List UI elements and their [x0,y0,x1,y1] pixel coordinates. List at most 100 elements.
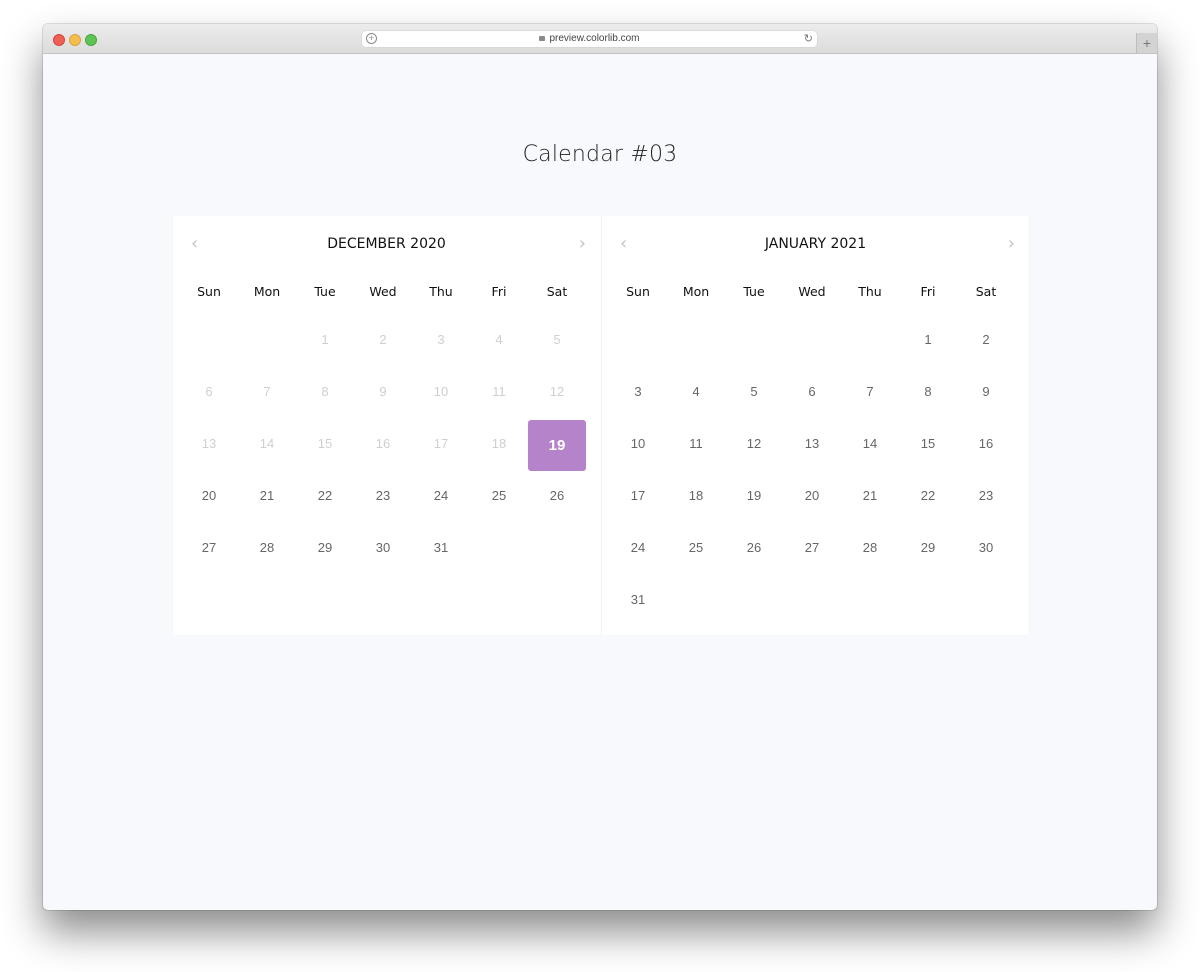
day-cell[interactable]: 28 [238,526,296,578]
day-cell[interactable]: 19 [725,474,783,526]
day-cell[interactable]: 20 [783,474,841,526]
empty-cell [528,526,586,578]
close-window-button[interactable] [53,34,65,46]
weekday-label: Fri [491,284,507,299]
lock-icon [539,36,546,41]
week-row: 24 25 26 27 28 29 30 [609,526,1017,578]
past-day[interactable]: 12 [528,370,586,422]
day-cell[interactable]: 1 [899,318,957,370]
day-cell[interactable]: 6 [783,370,841,422]
past-day[interactable]: 14 [238,422,296,474]
past-day[interactable]: 2 [354,318,412,370]
day-cell[interactable]: 22 [899,474,957,526]
past-day[interactable]: 13 [180,422,238,474]
minimize-window-button[interactable] [69,34,81,46]
day-cell[interactable]: 31 [609,578,667,630]
empty-cell [783,578,841,630]
past-day[interactable]: 9 [354,370,412,422]
past-day[interactable]: 3 [412,318,470,370]
empty-cell [957,578,1015,630]
day-cell[interactable]: 29 [296,526,354,578]
day-cell[interactable]: 25 [470,474,528,526]
week-row: 27 28 29 30 31 [180,526,588,578]
day-cell[interactable]: 11 [667,422,725,474]
day-cell[interactable]: 20 [180,474,238,526]
past-day[interactable]: 8 [296,370,354,422]
past-day[interactable]: 17 [412,422,470,474]
past-day[interactable]: 15 [296,422,354,474]
day-grid: Sun Mon Tue Wed Thu Fri Sat 1 2 3 4 5 6 7 8 9 10 11 12 13 14… [180,282,588,578]
day-cell[interactable]: 7 [841,370,899,422]
day-cell[interactable]: 15 [899,422,957,474]
day-cell[interactable]: 31 [412,526,470,578]
past-day[interactable]: 1 [296,318,354,370]
weekday-label: Thu [858,284,882,299]
day-cell[interactable]: 25 [667,526,725,578]
day-cell[interactable]: 27 [180,526,238,578]
day-cell[interactable]: 16 [957,422,1015,474]
past-day[interactable]: 11 [470,370,528,422]
weekday-label: Thu [429,284,453,299]
day-cell[interactable]: 10 [609,422,667,474]
past-day[interactable]: 18 [470,422,528,474]
past-day[interactable]: 5 [528,318,586,370]
url-display[interactable]: preview.colorlib.com [362,31,817,47]
day-cell[interactable]: 17 [609,474,667,526]
day-cell[interactable]: 14 [841,422,899,474]
day-cell[interactable]: 8 [899,370,957,422]
month-title: DECEMBER 2020 [327,236,446,252]
day-cell[interactable]: 5 [725,370,783,422]
empty-cell [841,318,899,370]
weekday-label: Sat [975,284,997,299]
day-cell[interactable]: 29 [899,526,957,578]
past-day[interactable]: 6 [180,370,238,422]
past-day[interactable]: 7 [238,370,296,422]
past-day[interactable]: 10 [412,370,470,422]
day-cell[interactable]: 26 [528,474,586,526]
day-cell[interactable]: 23 [957,474,1015,526]
weekday-label: Sun [197,284,221,299]
day-cell[interactable]: 3 [609,370,667,422]
day-cell[interactable]: 2 [957,318,1015,370]
selected-day[interactable]: 19 [528,420,586,474]
past-day[interactable]: 16 [354,422,412,474]
weekday-label: Wed [798,284,826,299]
weekday-header-row: Sun Mon Tue Wed Thu Fri Sat [180,282,588,302]
week-row: 6 7 8 9 10 11 12 [180,370,588,422]
day-cell[interactable]: 24 [609,526,667,578]
week-row: 12345 [180,318,588,370]
next-month-icon[interactable]: › [579,234,586,254]
empty-cell [180,318,238,370]
new-tab-button[interactable]: + [1136,33,1157,53]
browser-titlebar: + preview.colorlib.com ↻ + [43,24,1157,54]
past-day[interactable]: 4 [470,318,528,370]
day-cell[interactable]: 30 [957,526,1015,578]
reload-icon[interactable]: ↻ [804,32,813,46]
day-cell[interactable]: 13 [783,422,841,474]
day-cell[interactable]: 21 [238,474,296,526]
empty-cell [667,578,725,630]
day-cell[interactable]: 26 [725,526,783,578]
week-row: 13 14 15 16 17 18 19 [180,420,588,474]
next-month-icon[interactable]: › [1008,234,1015,254]
day-cell[interactable]: 21 [841,474,899,526]
weekday-label: Sat [546,284,568,299]
maximize-window-button[interactable] [85,34,97,46]
day-cell[interactable]: 22 [296,474,354,526]
empty-cell [238,318,296,370]
day-cell[interactable]: 18 [667,474,725,526]
day-cell[interactable]: 28 [841,526,899,578]
page-title: Calendar #03 [522,142,678,167]
address-bar[interactable]: + preview.colorlib.com ↻ [362,31,817,47]
empty-cell [725,318,783,370]
day-cell[interactable]: 30 [354,526,412,578]
day-cell[interactable]: 23 [354,474,412,526]
day-cell[interactable]: 12 [725,422,783,474]
day-cell[interactable]: 4 [667,370,725,422]
day-cell[interactable]: 9 [957,370,1015,422]
empty-cell [667,318,725,370]
selected-day-badge[interactable]: 19 [528,420,586,471]
day-cell[interactable]: 24 [412,474,470,526]
day-cell[interactable]: 27 [783,526,841,578]
week-row: 31 [609,578,1017,630]
